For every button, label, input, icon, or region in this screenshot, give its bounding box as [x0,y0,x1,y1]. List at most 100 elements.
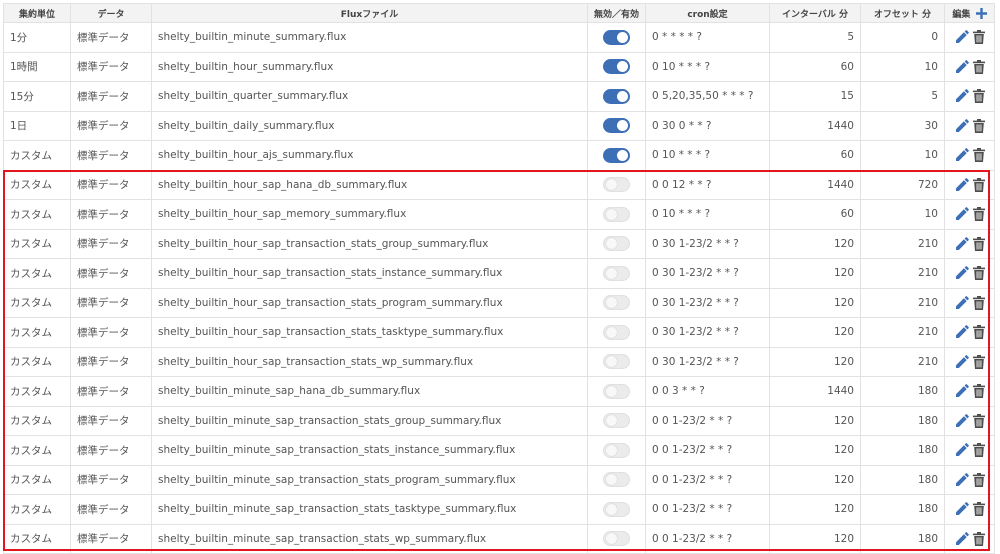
header-enabled: 無効／有効 [587,3,646,23]
table-row: カスタム 標準データ shelty_builtin_minute_sap_hana_… [3,376,995,407]
cron-cell: 0 30 1-23/2 * * ? [645,228,770,259]
enabled-toggle[interactable] [603,88,630,104]
pencil-icon[interactable] [955,354,969,369]
enabled-toggle[interactable] [603,442,630,458]
flux-file-cell: shelty_builtin_minute_sap_transaction_st… [151,494,588,525]
trash-icon[interactable] [972,118,985,133]
trash-icon[interactable] [972,384,985,399]
trash-icon[interactable] [972,443,985,458]
trash-icon[interactable] [972,472,985,487]
trash-icon[interactable] [972,236,985,251]
trash-icon[interactable] [972,413,985,428]
pencil-icon[interactable] [955,502,969,516]
pencil-icon[interactable] [955,207,969,221]
enabled-toggle[interactable] [603,501,630,517]
toggle-knob [617,120,628,132]
flux-file-cell: shelty_builtin_minute_sap_transaction_st… [151,405,588,436]
trash-icon[interactable] [972,295,985,310]
table-row: カスタム 標準データ shelty_builtin_hour_ajs_summary… [3,140,995,171]
trash-icon[interactable] [972,59,985,74]
data-cell: 標準データ [70,51,152,82]
offset-cell: 720 [860,169,945,200]
pencil-icon[interactable] [955,177,969,192]
toggle-knob [606,267,617,279]
trash-icon[interactable] [972,266,985,281]
interval-cell: 60 [769,199,861,230]
pencil-icon[interactable] [955,148,969,162]
trash-icon[interactable] [972,148,985,163]
pencil-icon[interactable] [955,384,969,398]
enabled-toggle[interactable] [603,206,630,222]
trash-icon[interactable] [972,207,985,222]
edit-cell [944,523,995,554]
cron-cell: 0 0 1-23/2 * * ? [645,435,770,466]
trash-icon[interactable] [972,531,985,546]
enabled-toggle[interactable] [603,472,630,488]
enabled-toggle[interactable] [603,177,630,193]
interval-cell: 1440 [769,110,861,141]
pencil-icon[interactable] [955,295,969,310]
enabled-toggle[interactable] [603,295,630,311]
table-row: カスタム 標準データ shelty_builtin_minute_sap_trans… [3,523,995,554]
enabled-toggle[interactable] [603,383,630,399]
enabled-toggle[interactable] [603,413,630,429]
toggle-knob [617,61,628,73]
toggle-knob [617,31,628,43]
toggle-knob [606,238,617,250]
pencil-icon[interactable] [955,325,969,339]
pencil-icon[interactable] [955,59,969,74]
unit-cell: カスタム [3,258,71,289]
offset-cell: 5 [860,81,945,112]
table-row: カスタム 標準データ shelty_builtin_minute_sap_trans… [3,464,995,495]
pencil-icon[interactable] [955,266,969,280]
unit-cell: 1分 [3,22,71,53]
pencil-icon[interactable] [955,89,969,103]
pencil-icon[interactable] [955,413,969,428]
enabled-cell [587,169,646,200]
toggle-knob [606,179,617,191]
interval-cell: 120 [769,287,861,318]
data-cell: 標準データ [70,346,152,377]
trash-icon[interactable] [972,502,985,517]
flux-file-cell: shelty_builtin_hour_sap_hana_db_summary.… [151,169,588,200]
offset-cell: 180 [860,376,945,407]
pencil-icon[interactable] [955,443,969,457]
enabled-toggle[interactable] [603,236,630,252]
offset-cell: 180 [860,435,945,466]
unit-cell: カスタム [3,464,71,495]
cron-cell: 0 0 1-23/2 * * ? [645,464,770,495]
enabled-toggle[interactable] [603,147,630,163]
offset-cell: 0 [860,22,945,53]
pencil-icon[interactable] [955,531,969,546]
flux-file-cell: shelty_builtin_hour_sap_transaction_stat… [151,317,588,348]
enabled-cell [587,228,646,259]
unit-cell: 1日 [3,110,71,141]
interval-cell: 1440 [769,169,861,200]
enabled-toggle[interactable] [603,29,630,45]
trash-icon[interactable] [972,30,985,45]
toggle-knob [606,503,617,515]
enabled-toggle[interactable] [603,354,630,370]
pencil-icon[interactable] [955,118,969,133]
unit-cell: カスタム [3,228,71,259]
toggle-knob [617,90,628,102]
trash-icon[interactable] [972,177,985,192]
enabled-toggle[interactable] [603,531,630,547]
cron-cell: 0 10 * * * ? [645,140,770,171]
enabled-toggle[interactable] [603,324,630,340]
edit-cell [944,435,995,466]
interval-cell: 120 [769,464,861,495]
enabled-toggle[interactable] [603,59,630,75]
interval-cell: 120 [769,494,861,525]
trash-icon[interactable] [972,354,985,369]
add-row-plus-icon[interactable] [975,7,987,19]
cron-cell: 0 30 1-23/2 * * ? [645,258,770,289]
edit-cell [944,258,995,289]
enabled-toggle[interactable] [603,265,630,281]
enabled-toggle[interactable] [603,118,630,134]
trash-icon[interactable] [972,325,985,340]
pencil-icon[interactable] [955,236,969,251]
pencil-icon[interactable] [955,472,969,487]
trash-icon[interactable] [972,89,985,104]
pencil-icon[interactable] [955,30,969,44]
